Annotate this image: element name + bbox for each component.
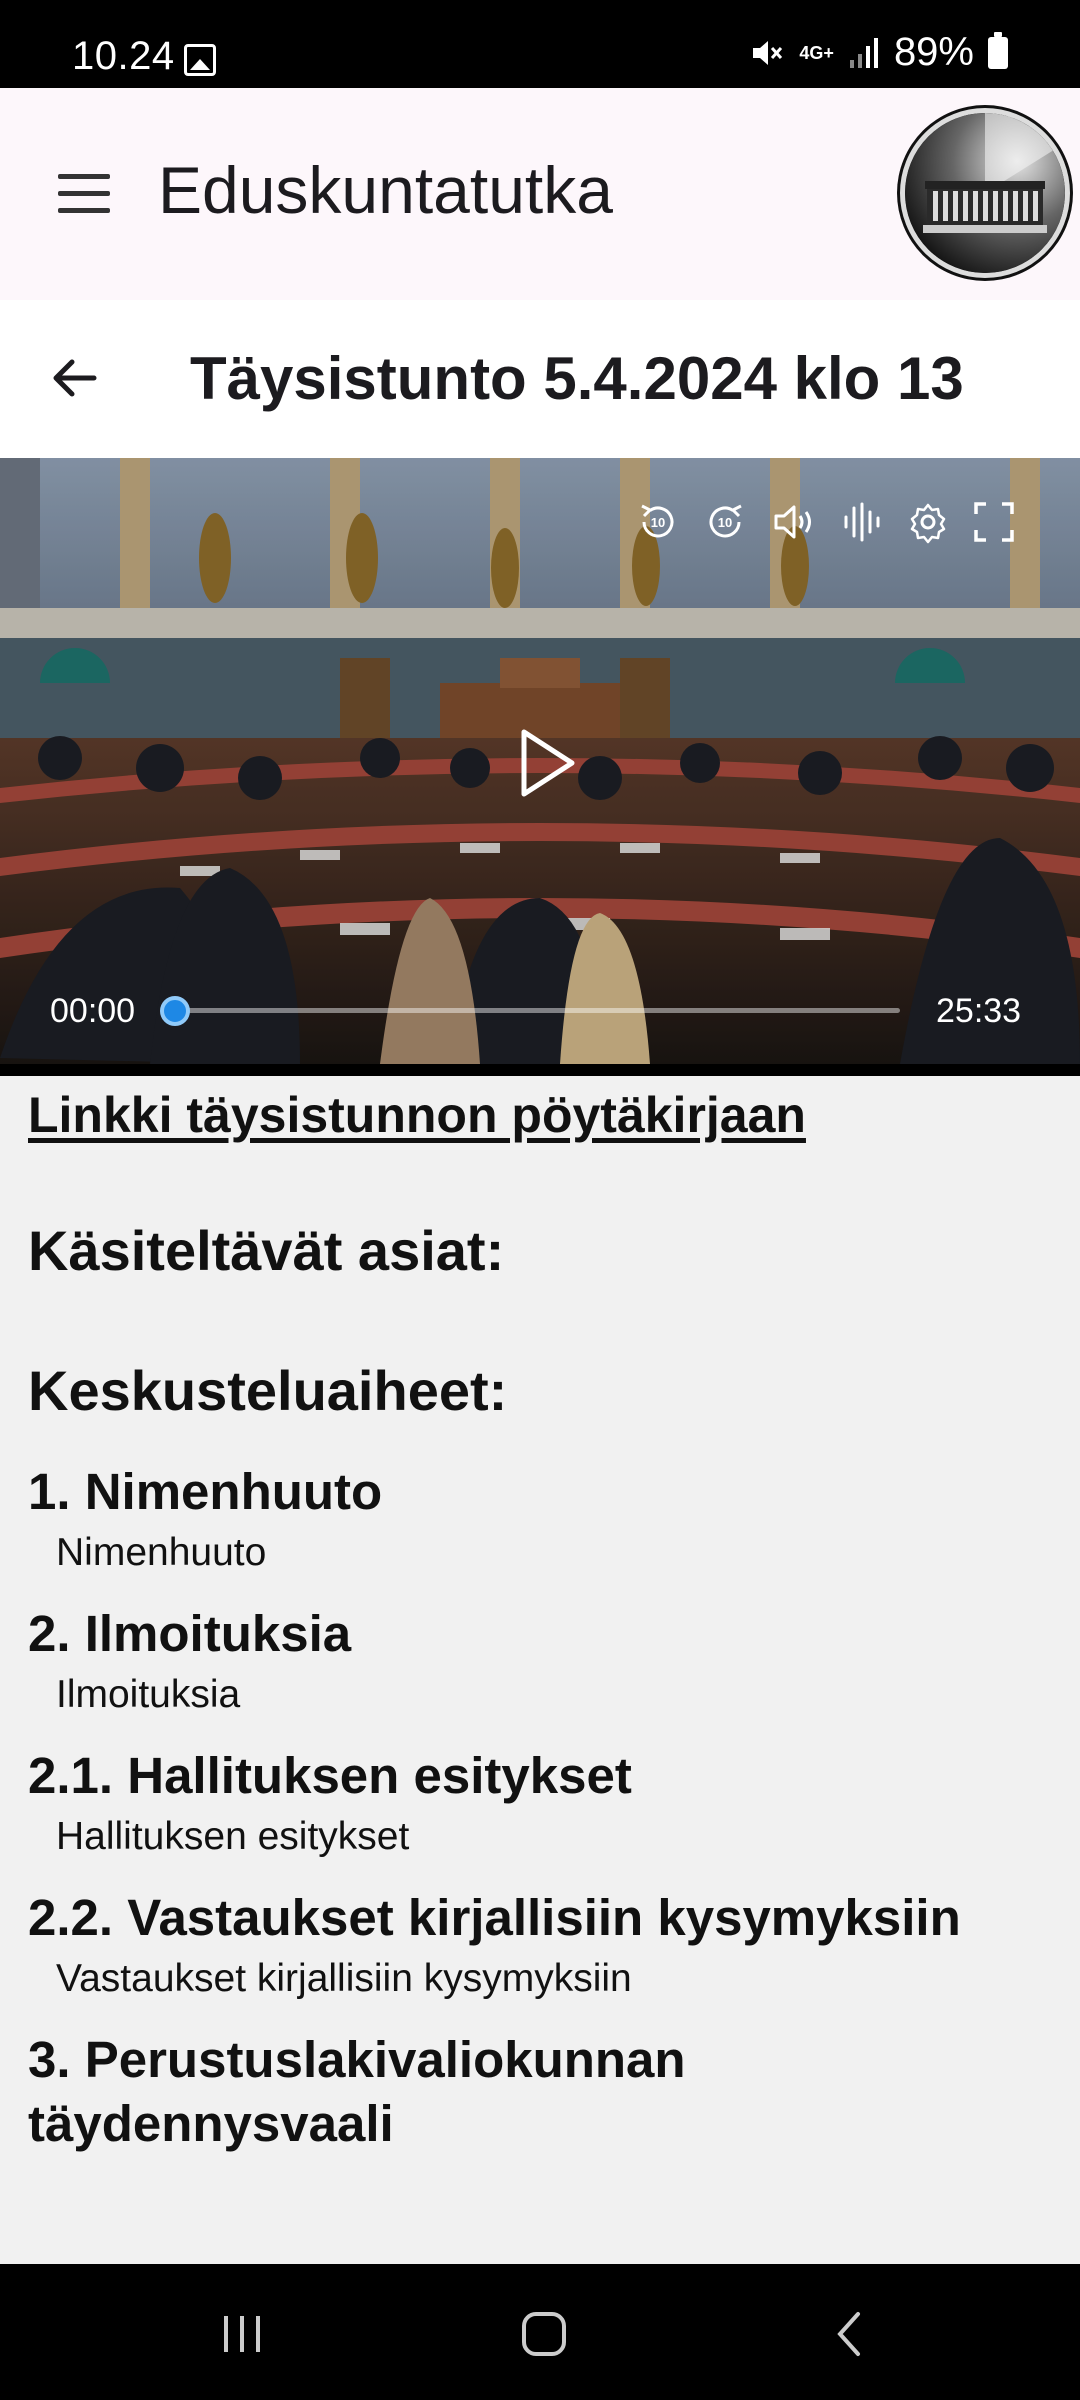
minutes-link[interactable]: Linkki täysistunnon pöytäkirjaan <box>28 1086 806 1144</box>
back-nav-icon[interactable] <box>820 2304 880 2364</box>
settings-gear-icon[interactable] <box>906 500 950 544</box>
agenda-item[interactable]: 1. Nimenhuuto Nimenhuuto <box>28 1460 1058 1576</box>
parliament-logo[interactable] <box>900 108 1070 278</box>
app-bar: Eduskuntatutka <box>0 88 1080 300</box>
seek-thumb[interactable] <box>160 996 190 1026</box>
agenda-item[interactable]: 2.1. Hallituksen esitykset Hallituksen e… <box>28 1744 1058 1860</box>
recent-apps-icon[interactable] <box>212 2304 272 2364</box>
agenda-list: 1. Nimenhuuto Nimenhuuto 2. Ilmoituksia … <box>28 1460 1058 2182</box>
battery-icon <box>988 31 1008 69</box>
signal-icon <box>849 37 878 68</box>
fullscreen-icon[interactable] <box>972 500 1016 544</box>
menu-icon[interactable] <box>58 174 110 214</box>
agenda-item[interactable]: 3. Perustuslakivaliokunnan täydennysvaal… <box>28 2028 1058 2156</box>
gallery-notification-icon <box>184 44 216 76</box>
current-time: 00:00 <box>50 992 136 1030</box>
status-time: 10.24 <box>72 34 175 78</box>
status-right: 4G+ 89% <box>749 30 1008 75</box>
agenda-item-subtitle: Ilmoituksia <box>56 1673 241 1716</box>
agenda-item-title: 1. Nimenhuuto <box>28 1463 383 1520</box>
network-type: 4G+ <box>799 42 834 63</box>
audio-waveform-icon[interactable] <box>838 500 882 544</box>
play-icon[interactable] <box>518 728 578 798</box>
home-icon[interactable] <box>514 2304 574 2364</box>
agenda-item-subtitle: Vastaukset kirjallisiin kysymyksiin <box>56 1957 632 2000</box>
session-content: Linkki täysistunnon pöytäkirjaan Käsitel… <box>0 1076 1080 2264</box>
seek-bar[interactable] <box>176 1008 900 1013</box>
agenda-item[interactable]: 2. Ilmoituksia Ilmoituksia <box>28 1602 1058 1718</box>
back-arrow-icon[interactable] <box>46 350 102 406</box>
app-title: Eduskuntatutka <box>158 153 613 227</box>
session-header: Täysistunto 5.4.2024 klo 13 <box>0 300 1080 458</box>
agenda-item-subtitle: Nimenhuuto <box>56 1531 267 1574</box>
agenda-item-title: 2.1. Hallituksen esitykset <box>28 1747 632 1804</box>
volume-icon[interactable] <box>770 500 814 544</box>
agenda-item[interactable]: 2.2. Vastaukset kirjallisiin kysymyksiin… <box>28 1886 1058 2002</box>
video-player[interactable]: 10 10 00:00 25:33 <box>0 458 1080 1064</box>
forward-10-icon[interactable]: 10 <box>703 500 747 544</box>
duration: 25:33 <box>936 992 1022 1030</box>
agenda-item-subtitle: Hallituksen esitykset <box>56 1815 410 1858</box>
session-title: Täysistunto 5.4.2024 klo 13 <box>190 345 964 412</box>
status-bar: 10.24 4G+ 89% <box>0 0 1080 88</box>
svg-text:10: 10 <box>718 515 732 530</box>
system-nav-bar <box>0 2264 1080 2400</box>
agenda-item-title: 2.2. Vastaukset kirjallisiin kysymyksiin <box>28 1889 961 1946</box>
topics-heading: Keskusteluaiheet: <box>28 1359 508 1422</box>
rewind-10-icon[interactable]: 10 <box>636 500 680 544</box>
agenda-item-title: 3. Perustuslakivaliokunnan täydennysvaal… <box>28 2031 686 2152</box>
mute-icon <box>753 40 783 65</box>
items-heading: Käsiteltävät asiat: <box>28 1219 505 1282</box>
battery-percent: 89% <box>893 30 974 74</box>
svg-text:10: 10 <box>651 515 665 530</box>
agenda-item-title: 2. Ilmoituksia <box>28 1605 352 1662</box>
